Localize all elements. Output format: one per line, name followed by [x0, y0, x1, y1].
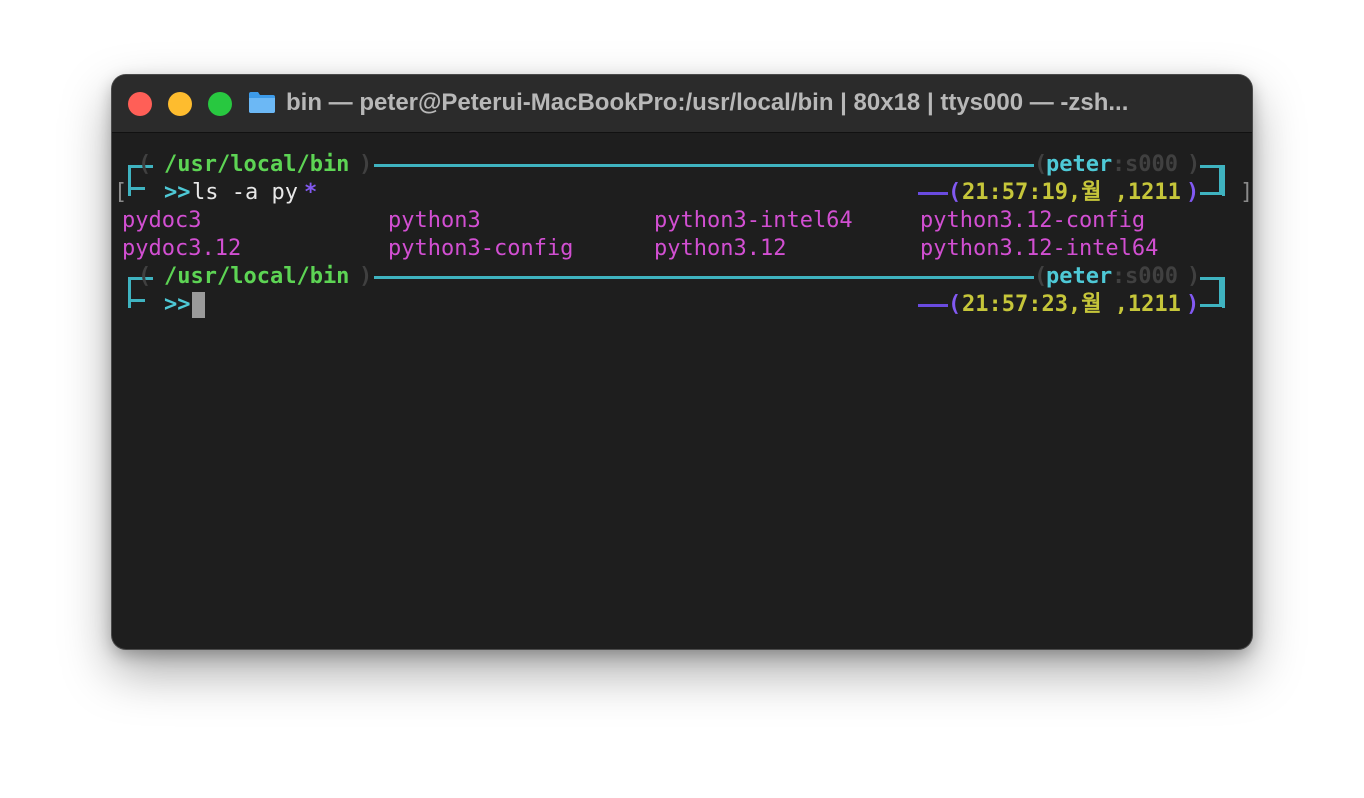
prompt-user: peter [1046, 152, 1113, 177]
list-item: python3-intel64 [654, 208, 853, 233]
prompt-command-line: [ >> ls -a py * ( 21:57:19,월 ,1211 ) ] [112, 165, 1252, 207]
command-text: ls -a py [192, 180, 298, 205]
window-title: bin — peter@Peterui-MacBookPro:/usr/loca… [286, 89, 1129, 116]
listing-row: pydoc3.12 python3-config python3.12 pyth… [112, 235, 1252, 263]
prompt-tty: s000 [1125, 264, 1178, 289]
prompt-time: 21:57:19,월 ,1211 [962, 180, 1181, 205]
list-item: python3.12-config [920, 208, 1146, 233]
prompt-arrow: >> [164, 292, 191, 317]
prompt-input-line[interactable]: >> ( 21:57:23,월 ,1211 ) [112, 277, 1252, 319]
prompt-frame-bottom [128, 177, 145, 190]
list-item: pydoc3 [122, 208, 202, 233]
terminal-window: bin — peter@Peterui-MacBookPro:/usr/loca… [112, 75, 1252, 649]
text-cursor [192, 292, 205, 318]
prompt-user: peter [1046, 264, 1113, 289]
list-item: python3 [388, 208, 481, 233]
title-bar[interactable]: bin — peter@Peterui-MacBookPro:/usr/loca… [112, 75, 1252, 133]
list-item: python3.12-intel64 [920, 236, 1159, 261]
terminal-content[interactable]: ( /usr/local/bin ) ( peter : s000 ) [ >>… [112, 137, 1252, 637]
list-item: python3-config [388, 236, 574, 261]
close-icon[interactable] [128, 92, 152, 116]
minimize-icon[interactable] [168, 92, 192, 116]
list-item: pydoc3.12 [122, 236, 242, 261]
command-glob: * [304, 180, 318, 205]
prompt-header-line: ( /usr/local/bin ) ( peter : s000 ) [112, 263, 1252, 308]
list-item: python3.12 [654, 236, 787, 261]
prompt-rule [374, 164, 1034, 167]
prompt-path: /usr/local/bin [164, 152, 350, 177]
prompt-time: 21:57:23,월 ,1211 [962, 292, 1181, 317]
prompt-header-line: ( /usr/local/bin ) ( peter : s000 ) [112, 151, 1252, 196]
prompt-tty: s000 [1125, 152, 1178, 177]
maximize-icon[interactable] [208, 92, 232, 116]
prompt-path: /usr/local/bin [164, 264, 350, 289]
listing-row: pydoc3 python3 python3-intel64 python3.1… [112, 207, 1252, 235]
prompt-arrow: >> [164, 180, 191, 205]
folder-icon [249, 92, 275, 113]
